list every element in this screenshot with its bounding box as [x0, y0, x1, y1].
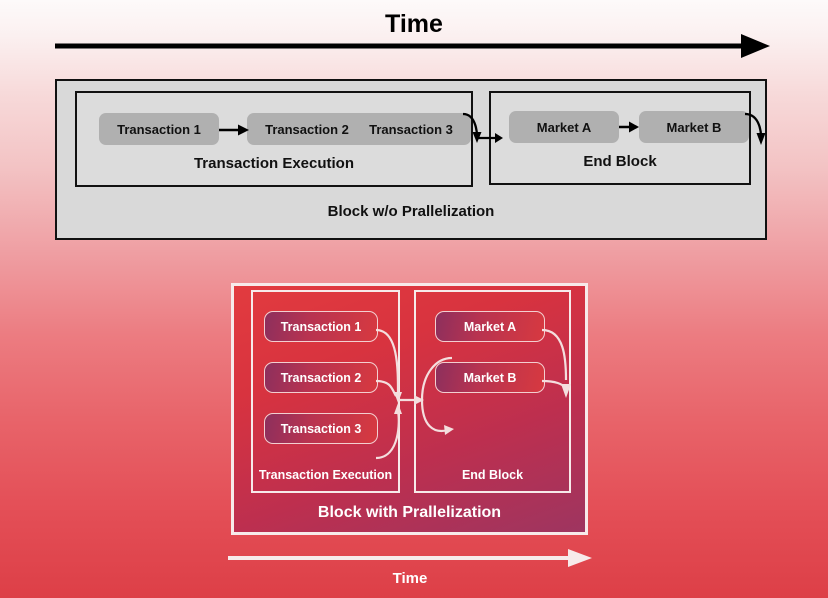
end-block-label-grey: End Block [583, 153, 657, 170]
transaction-execution-label-grey: Transaction Execution [193, 155, 355, 172]
bottom-time-arrow-icon [228, 548, 592, 568]
arrows-transactions-converge-icon [374, 308, 422, 468]
block-without-parallelization-label: Block w/o Prallelization [327, 203, 495, 220]
grey-chip-transaction-2[interactable]: Transaction 2 [247, 113, 367, 145]
grey-chip-market-b[interactable]: Market B [639, 111, 749, 143]
top-time-arrow-icon [55, 32, 770, 60]
arrow-transaction3-to-endblock-icon [462, 106, 503, 146]
red-chip-market-a[interactable]: Market A [435, 311, 545, 342]
red-chip-transaction-2[interactable]: Transaction 2 [264, 362, 378, 393]
red-chip-transaction-3[interactable]: Transaction 3 [264, 413, 378, 444]
bottom-time-label: Time [392, 570, 428, 587]
end-block-label-red: End Block [461, 468, 524, 482]
arrow-transaction1-to-transaction2-icon [219, 123, 249, 137]
block-with-parallelization-container: Transaction 1 Transaction 2 Transaction … [231, 283, 588, 535]
red-chip-transaction-1[interactable]: Transaction 1 [264, 311, 378, 342]
grey-chip-transaction-3[interactable]: Transaction 3 [351, 113, 471, 145]
block-without-parallelization-container: Transaction 1 Transaction 2 Transaction … [55, 79, 767, 240]
arrow-market-a-to-market-b-icon [619, 120, 639, 134]
arrows-diverge-to-markets-icon [418, 344, 466, 448]
block-with-parallelization-label: Block with Prallelization [317, 504, 502, 521]
arrows-markets-to-exit-icon [541, 310, 578, 406]
end-block-panel-grey: Market A Market B End Block [489, 91, 751, 185]
grey-chip-transaction-1[interactable]: Transaction 1 [99, 113, 219, 145]
transaction-execution-label-red: Transaction Execution [258, 468, 393, 482]
arrow-marketb-to-exit-icon [744, 106, 771, 148]
grey-chip-market-a[interactable]: Market A [509, 111, 619, 143]
transaction-execution-panel-grey: Transaction 1 Transaction 2 Transaction … [75, 91, 473, 187]
